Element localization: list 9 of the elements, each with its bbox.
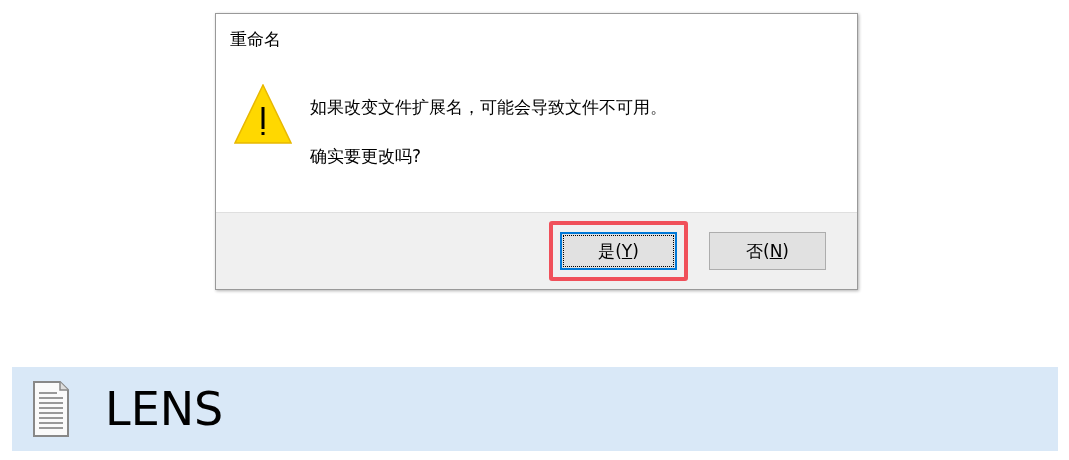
file-row[interactable]: LENS xyxy=(12,367,1058,451)
file-name: LENS xyxy=(105,382,224,436)
document-icon xyxy=(33,381,69,437)
dialog-message: 确实要更改吗? xyxy=(310,145,423,168)
warning-icon xyxy=(234,84,292,144)
dialog-message: 如果改变文件扩展名，可能会导致文件不可用。 xyxy=(310,96,667,119)
dialog-title: 重命名 xyxy=(229,28,282,51)
dialog-button[interactable]: 否(N) xyxy=(709,232,826,270)
dialog-button[interactable]: 是(Y) xyxy=(560,232,677,270)
